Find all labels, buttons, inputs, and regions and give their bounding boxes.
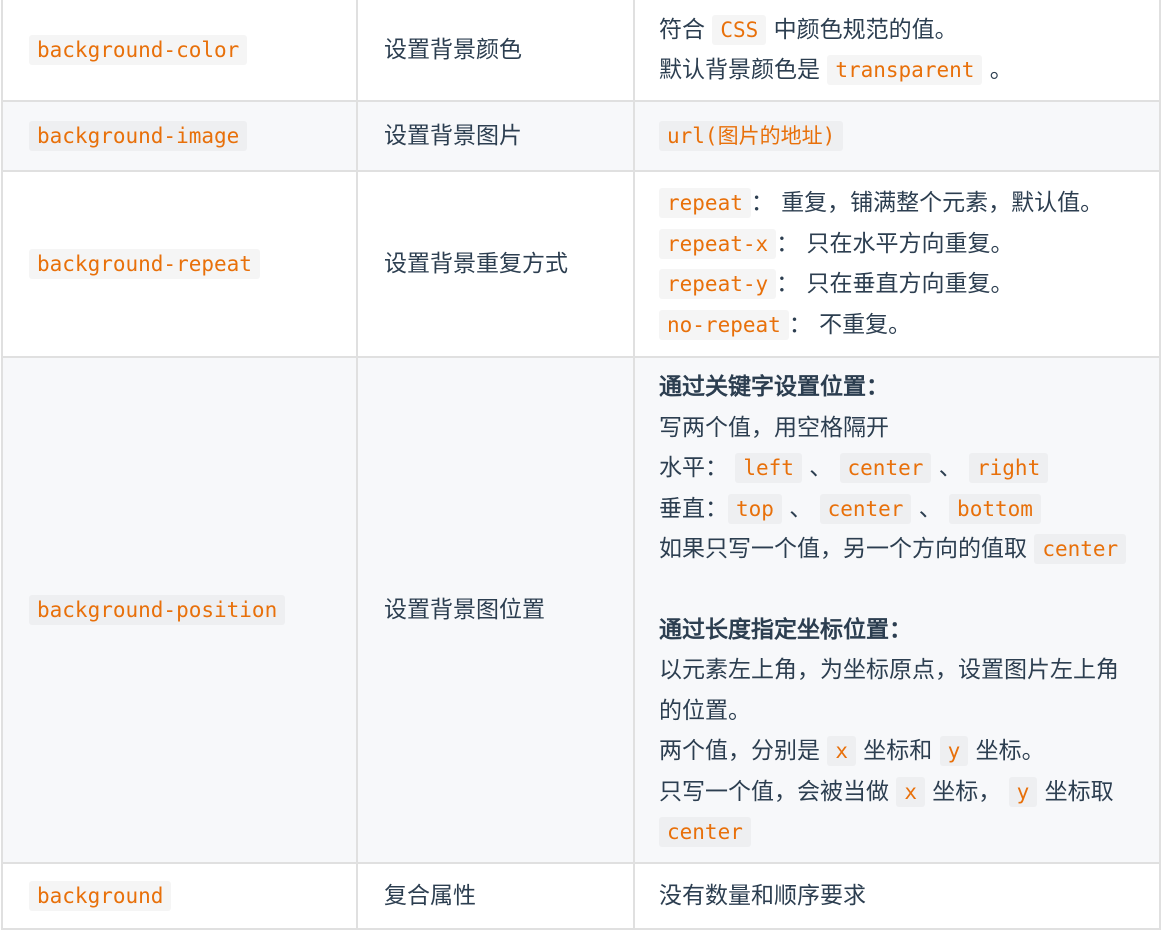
property-name: background-position — [29, 594, 286, 625]
description-cell: 设置背景图片 — [356, 100, 635, 172]
description-cell: 设置背景重复方式 — [356, 170, 635, 358]
value-line: no-repeat： 不重复。 — [659, 305, 1139, 346]
url-code: url(图片的地址) — [659, 120, 844, 151]
values-cell: repeat： 重复，铺满整个元素，默认值。 repeat-x： 只在水平方向重… — [633, 170, 1161, 358]
property-cell: background-color — [1, 0, 358, 102]
table-row: background-position 设置背景图位置 通过关键字设置位置： 写… — [1, 356, 1161, 864]
property-cell: background-position — [1, 356, 358, 864]
table-row: background-image 设置背景图片 url(图片的地址) — [1, 100, 1161, 172]
values-cell: 没有数量和顺序要求 — [633, 862, 1161, 930]
values-cell: 通过关键字设置位置： 写两个值，用空格隔开 水平： left 、 center … — [633, 356, 1161, 864]
property-cell: background-repeat — [1, 170, 358, 358]
value-line: 水平： left 、 center 、 right — [659, 448, 1139, 489]
value-line: 两个值，分别是 x 坐标和 y 坐标。 — [659, 736, 1045, 767]
property-cell: background — [1, 862, 358, 930]
table-row: background-repeat 设置背景重复方式 repeat： 重复，铺满… — [1, 170, 1161, 358]
section-heading: 通过长度指定坐标位置： — [659, 616, 912, 643]
value-line: repeat-x： 只在水平方向重复。 — [659, 224, 1139, 265]
value-line: 默认背景颜色是 transparent 。 — [659, 55, 1013, 85]
value-line: 只写一个值，会被当做 x 坐标， y 坐标取 center — [659, 772, 1139, 853]
description-cell: 复合属性 — [356, 862, 635, 930]
value-line: repeat-y： 只在垂直方向重复。 — [659, 264, 1139, 305]
value-line: 垂直： top 、 center 、 bottom — [659, 489, 1139, 530]
value-line: repeat： 重复，铺满整个元素，默认值。 — [659, 183, 1139, 224]
value-line: 写两个值，用空格隔开 — [659, 414, 889, 441]
property-name: background-image — [29, 120, 248, 151]
value-line: 以元素左上角，为坐标原点，设置图片左上角的位置。 — [659, 657, 1119, 724]
table-row: background-color 设置背景颜色 符合 CSS 中颜色规范的值。 … — [1, 0, 1161, 102]
value-line: 如果只写一个值，另一个方向的值取 center — [659, 529, 1139, 570]
section-heading: 通过关键字设置位置： — [659, 374, 889, 401]
description-cell: 设置背景图位置 — [356, 356, 635, 864]
description-cell: 设置背景颜色 — [356, 0, 635, 102]
values-cell: 符合 CSS 中颜色规范的值。 默认背景颜色是 transparent 。 — [633, 0, 1161, 102]
property-name: background — [29, 880, 172, 911]
table-row: background 复合属性 没有数量和顺序要求 — [1, 862, 1161, 930]
css-background-table: background-color 设置背景颜色 符合 CSS 中颜色规范的值。 … — [1, 0, 1161, 930]
property-name: background-repeat — [29, 248, 260, 279]
value-line: 符合 CSS 中颜色规范的值。 — [659, 14, 958, 45]
values-cell: url(图片的地址) — [633, 100, 1161, 172]
property-cell: background-image — [1, 100, 358, 172]
property-name: background-color — [29, 34, 248, 65]
